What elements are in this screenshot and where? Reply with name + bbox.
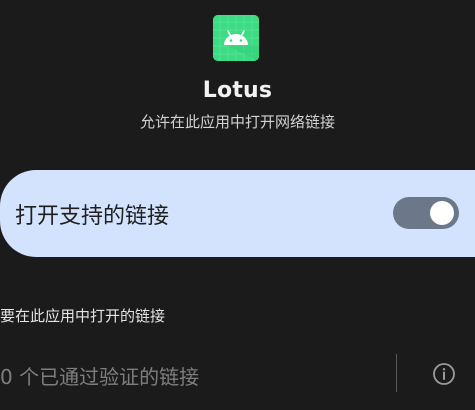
verified-links-count: 0 个已通过验证的链接	[0, 365, 200, 389]
app-name: Lotus	[202, 78, 273, 103]
row-divider	[396, 354, 397, 392]
app-subtitle: 允许在此应用中打开网络链接	[139, 113, 335, 131]
open-supported-links-label: 打开支持的链接	[15, 204, 170, 229]
links-section-header: 要在此应用中打开的链接	[0, 307, 166, 325]
app-links-settings-page: Lotus 允许在此应用中打开网络链接 打开支持的链接 要在此应用中打开的链接 …	[0, 0, 475, 410]
verified-links-row[interactable]: 0 个已通过验证的链接	[0, 346, 475, 406]
android-app-icon	[213, 15, 259, 61]
open-supported-links-switch[interactable]	[393, 197, 459, 229]
info-icon[interactable]	[432, 362, 456, 386]
switch-thumb	[430, 201, 454, 225]
